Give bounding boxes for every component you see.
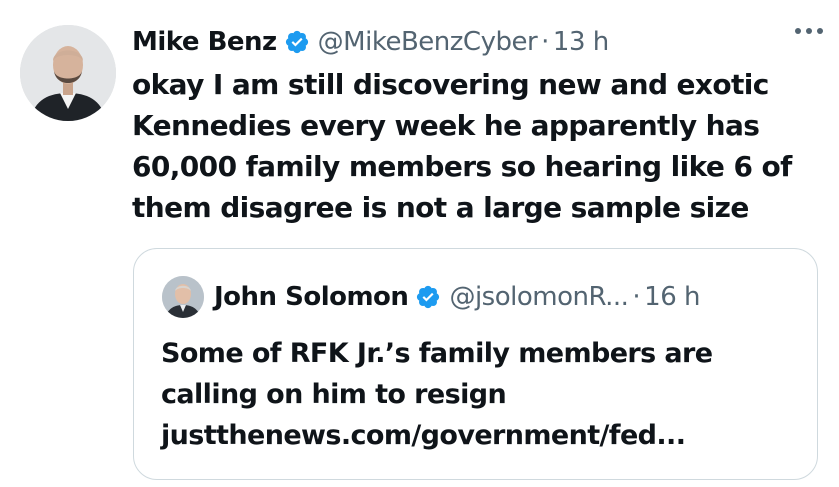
quoted-tweet-link[interactable]: justthenews.com/government/fed... (161, 415, 801, 456)
separator-dot: · (632, 282, 641, 312)
tweet-header: Mike Benz @MikeBenzCyber · 13 h (132, 22, 609, 62)
verified-badge-icon[interactable] (284, 29, 310, 55)
ellipsis-icon-dot (806, 28, 812, 34)
tweet-timestamp[interactable]: 13 h (553, 27, 609, 57)
quoted-tweet-header: John Solomon @jsolomonR... · 16 h (214, 277, 700, 317)
avatar-portrait-image (20, 25, 116, 121)
author-name[interactable]: Mike Benz (132, 27, 277, 57)
ellipsis-icon-dot (795, 28, 801, 34)
tweet: Mike Benz @MikeBenzCyber · 13 h okay I a… (0, 0, 839, 487)
ellipsis-icon-dot (817, 28, 823, 34)
quoted-tweet-text: Some of RFK Jr.’s family members are cal… (161, 338, 713, 410)
author-avatar[interactable] (20, 25, 116, 121)
quoted-author-handle[interactable]: @jsolomonR... (449, 282, 628, 312)
quoted-tweet-body: Some of RFK Jr.’s family members are cal… (161, 333, 801, 456)
quoted-author-avatar[interactable] (162, 276, 204, 318)
quoted-tweet-card[interactable]: John Solomon @jsolomonR... · 16 h Some o… (133, 248, 818, 480)
tweet-text: okay I am still discovering new and exot… (132, 68, 792, 224)
quoted-tweet-timestamp[interactable]: 16 h (644, 282, 700, 312)
quoted-avatar-portrait-image (162, 276, 204, 318)
verified-badge-icon[interactable] (415, 284, 441, 310)
separator-dot: · (541, 27, 549, 57)
more-options-button[interactable] (795, 28, 823, 34)
author-handle[interactable]: @MikeBenzCyber (318, 27, 538, 57)
quoted-author-name[interactable]: John Solomon (214, 282, 409, 312)
